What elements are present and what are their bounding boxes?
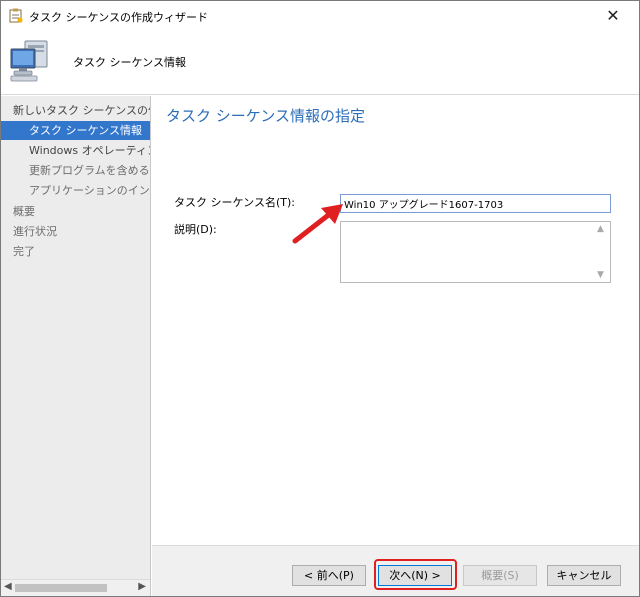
close-icon: ✕ [606, 6, 620, 25]
wizard-content: タスク シーケンス情報の指定 タスク シーケンス名(T): 説明(D): ▲ ▼ [152, 96, 639, 596]
wizard-footer: < 前へ(P) 次へ(N) > 概要(S) キャンセル [152, 545, 639, 596]
nav-horizontal-scrollbar[interactable]: ◀ ▶ [1, 579, 150, 596]
cancel-button[interactable]: キャンセル [547, 565, 621, 586]
scroll-thumb[interactable] [15, 584, 107, 592]
nav-step-windows-os[interactable]: Windows オペレーティング シ [1, 141, 150, 160]
nav-step-summary[interactable]: 概要 [1, 202, 150, 221]
scroll-down-icon[interactable]: ▼ [597, 270, 604, 280]
task-sequence-name-label: タスク シーケンス名(T): [174, 196, 295, 209]
page-title: タスク シーケンス情報の指定 [166, 107, 366, 125]
description-label: 説明(D): [174, 223, 217, 236]
task-sequence-name-input[interactable] [340, 194, 611, 213]
description-textarea[interactable]: ▲ ▼ [340, 221, 611, 283]
scroll-right-icon[interactable]: ▶ [138, 581, 146, 592]
nav-step-completion[interactable]: 完了 [1, 242, 150, 261]
back-button[interactable]: < 前へ(P) [292, 565, 366, 586]
nav-step-create-task-sequence[interactable]: 新しいタスク シーケンスの作成 [1, 101, 150, 120]
wizard-app-icon [9, 8, 23, 23]
header-title: タスク シーケンス情報 [73, 56, 186, 69]
nav-step-install-applications[interactable]: アプリケーションのインストール [1, 181, 150, 200]
scroll-left-icon[interactable]: ◀ [4, 581, 12, 592]
close-button[interactable]: ✕ [591, 1, 635, 30]
wizard-step-nav: 新しいタスク シーケンスの作成 タスク シーケンス情報 Windows オペレー… [1, 96, 151, 596]
wizard-header: タスク シーケンス情報 [1, 31, 639, 95]
computer-icon [10, 40, 48, 82]
next-button[interactable]: 次へ(N) > [378, 565, 452, 586]
nav-step-progress[interactable]: 進行状況 [1, 222, 150, 241]
wizard-window: タスク シーケンスの作成ウィザード ✕ タスク シーケンス情報 新しいタスク シ… [0, 0, 640, 597]
scroll-up-icon[interactable]: ▲ [597, 224, 604, 234]
description-scrollbar[interactable]: ▲ ▼ [594, 222, 610, 282]
summary-button[interactable]: 概要(S) [463, 565, 537, 586]
title-bar: タスク シーケンスの作成ウィザード ✕ [1, 1, 639, 31]
nav-step-task-sequence-info[interactable]: タスク シーケンス情報 [1, 121, 150, 140]
red-arrow-annotation-icon [292, 204, 343, 244]
window-title: タスク シーケンスの作成ウィザード [29, 11, 208, 24]
nav-step-include-updates[interactable]: 更新プログラムを含める [1, 161, 150, 180]
